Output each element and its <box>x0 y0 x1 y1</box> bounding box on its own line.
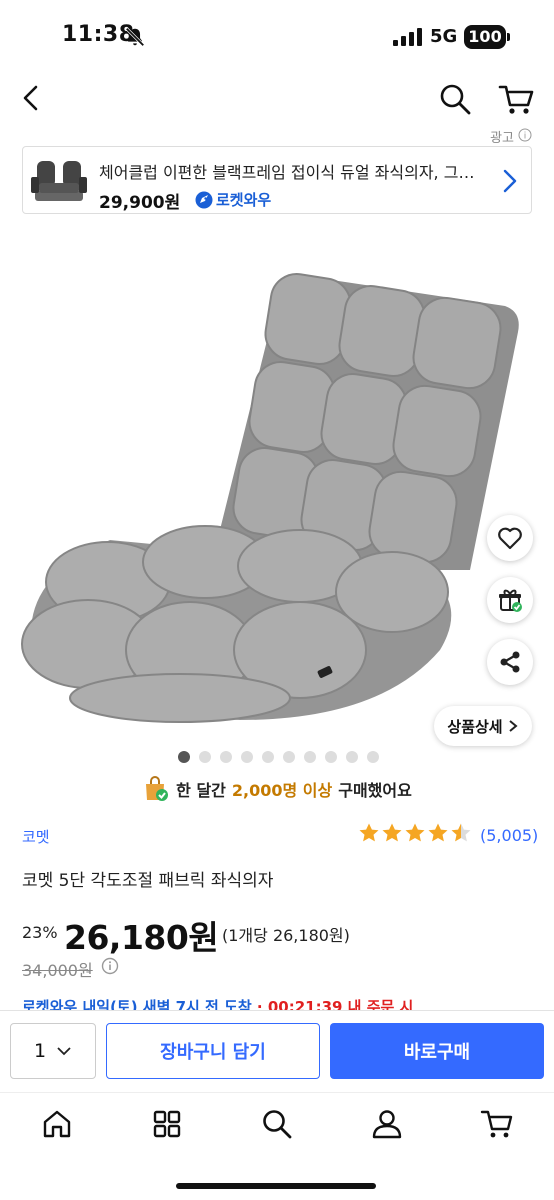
bought-highlight: 2,000명 이상 <box>231 781 333 800</box>
buy-now-button[interactable]: 바로구매 <box>330 1023 544 1079</box>
star-icon <box>428 823 448 842</box>
pager-dot[interactable] <box>241 751 253 763</box>
quantity-select[interactable]: 1 <box>10 1023 96 1079</box>
pager-dot[interactable] <box>220 751 232 763</box>
ad-price: 29,900원 <box>99 193 181 213</box>
category-icon[interactable] <box>150 1107 184 1141</box>
pager-dot[interactable] <box>304 751 316 763</box>
battery-indicator: 100 <box>464 25 510 49</box>
star-icon <box>359 823 379 842</box>
ad-rocket-label: 로켓와우 <box>216 191 272 209</box>
wishlist-button[interactable] <box>487 515 533 561</box>
pager-dot[interactable] <box>346 751 358 763</box>
ad-info-icon[interactable]: i <box>518 128 532 142</box>
rocket-icon <box>195 191 213 208</box>
pager-dot[interactable] <box>367 751 379 763</box>
share-icon <box>500 651 520 673</box>
image-pager <box>178 751 379 763</box>
ad-label: 광고 <box>490 131 514 146</box>
ad-title: 체어클럽 이편한 블랙프레임 접이식 듀얼 좌식의자, 그… <box>99 163 475 182</box>
purchase-bar: 1 장바구니 담기 바로구매 <box>0 1010 554 1092</box>
chevron-down-icon <box>57 1047 71 1056</box>
shopping-bag-icon <box>146 776 169 801</box>
pager-dot[interactable] <box>283 751 295 763</box>
ad-product-thumbnail <box>31 161 87 201</box>
bell-muted-icon <box>125 27 145 47</box>
home-icon[interactable] <box>40 1107 74 1141</box>
review-count[interactable]: (5,005) <box>480 826 538 845</box>
pager-dot[interactable] <box>262 751 274 763</box>
rating-stars[interactable] <box>358 822 472 844</box>
svg-text:i: i <box>524 132 527 142</box>
ad-rocket-badge: 로켓와우 <box>195 189 271 210</box>
mypage-icon[interactable] <box>370 1107 404 1141</box>
status-bar: 11:38 5G 100 <box>0 0 554 74</box>
bought-prefix: 한 달간 <box>176 781 226 800</box>
signal-icon <box>393 28 422 46</box>
add-to-cart-button[interactable]: 장바구니 담기 <box>106 1023 320 1079</box>
product-detail-label: 상품상세 <box>447 717 503 736</box>
info-icon[interactable] <box>101 957 119 975</box>
original-price: 34,000원 <box>22 961 93 980</box>
back-arrow-icon[interactable] <box>16 82 48 114</box>
pager-dot[interactable] <box>325 751 337 763</box>
pager-dot[interactable] <box>199 751 211 763</box>
chevron-right-icon <box>503 169 517 193</box>
network-label: 5G <box>430 26 458 47</box>
cart-icon[interactable] <box>480 1107 514 1141</box>
purchase-count-banner: 한 달간 2,000명 이상 구매했어요 <box>0 775 554 803</box>
quantity-value: 1 <box>33 1040 47 1062</box>
share-button[interactable] <box>487 639 533 685</box>
discount-rate: 23% <box>22 923 58 942</box>
brand-link[interactable]: 코멧 <box>22 826 50 847</box>
star-icon <box>382 823 402 842</box>
sale-price: 26,180원 <box>64 918 219 957</box>
bought-suffix: 구매했어요 <box>338 781 412 800</box>
product-detail-button[interactable]: 상품상세 <box>434 706 532 746</box>
nav-bar <box>0 74 554 126</box>
home-indicator <box>176 1183 376 1189</box>
product-name: 코멧 5단 각도조절 패브릭 좌식의자 <box>22 871 274 891</box>
star-icon <box>451 823 471 842</box>
search-icon[interactable] <box>260 1107 294 1141</box>
chevron-right-icon <box>508 720 518 732</box>
star-icon <box>405 823 425 842</box>
gift-button[interactable] <box>487 577 533 623</box>
cart-icon[interactable] <box>498 82 534 116</box>
ad-banner[interactable]: 체어클럽 이편한 블랙프레임 접이식 듀얼 좌식의자, 그… 29,900원 로… <box>22 146 532 214</box>
search-icon[interactable] <box>438 82 472 116</box>
gift-icon <box>499 589 522 612</box>
product-image[interactable] <box>0 240 554 740</box>
unit-price: (1개당 26,180원) <box>222 926 350 945</box>
heart-icon <box>498 527 522 550</box>
pager-dot[interactable] <box>178 751 190 763</box>
